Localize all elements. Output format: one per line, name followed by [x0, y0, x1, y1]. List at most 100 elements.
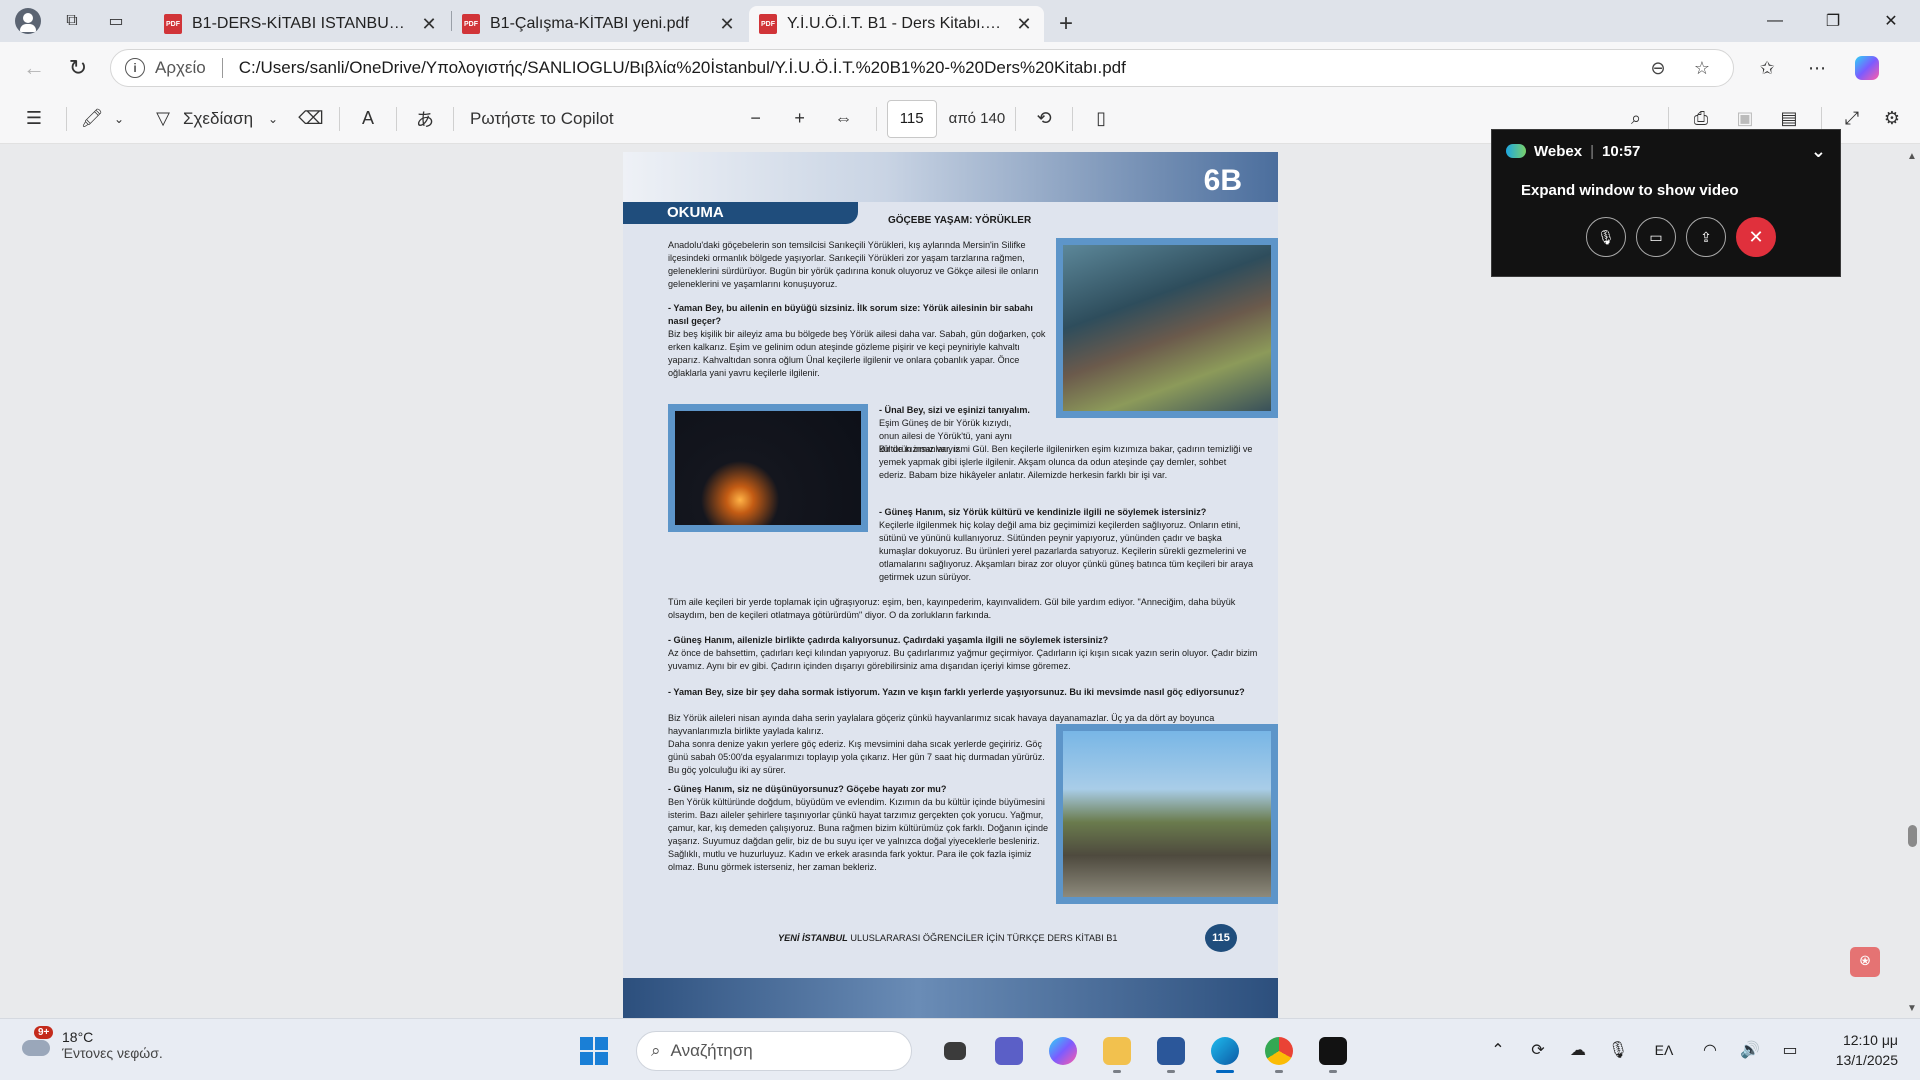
read-aloud-button[interactable]: A — [350, 101, 386, 137]
weather-widget[interactable]: 9+ 18°C Έντονες νεφώσ. — [20, 1026, 163, 1061]
address-scheme-label: Αρχείο — [155, 58, 206, 77]
tab-actions-icon: ▭ — [108, 13, 124, 30]
notification-badge: 9+ — [34, 1026, 54, 1039]
favorite-star-icon[interactable]: ☆ — [1685, 58, 1719, 79]
draw-label[interactable]: Σχεδίαση — [183, 109, 253, 129]
close-icon[interactable]: ✕ — [1014, 14, 1034, 35]
acrobat-icon[interactable]: ⍟ — [1850, 947, 1880, 977]
sync-icon[interactable]: ⟳ — [1518, 1030, 1558, 1070]
tab-actions-button[interactable]: ▭ — [98, 5, 134, 37]
mute-button[interactable]: 🎙 — [1586, 217, 1626, 257]
profile-button[interactable] — [10, 5, 46, 37]
close-window-button[interactable]: ✕ — [1862, 0, 1920, 42]
close-icon[interactable]: ✕ — [717, 14, 737, 35]
volume-icon[interactable]: 🔊 — [1730, 1030, 1770, 1070]
webex-title: Webex — [1534, 142, 1583, 160]
webex-mini-window[interactable]: Webex | 10:57 ⌄ Expand window to show vi… — [1491, 129, 1841, 277]
page-total-label: από 140 — [948, 110, 1006, 127]
highlight-button[interactable]: 🖍 — [77, 101, 107, 137]
draw-dropdown[interactable]: ⌄ — [253, 101, 293, 137]
teams-app[interactable] — [986, 1029, 1032, 1073]
question-text: - Güneş Hanım, siz ne düşünüyorsunuz? Gö… — [668, 784, 947, 794]
page-number-input[interactable]: 115 — [886, 99, 937, 138]
divider — [1015, 106, 1017, 131]
address-input[interactable]: i Αρχείο C:/Users/sanli/OneDrive/Υπολογι… — [110, 49, 1734, 87]
end-call-button[interactable]: ✕ — [1736, 217, 1776, 257]
new-tab-button[interactable]: + — [1046, 6, 1086, 42]
ask-copilot-button[interactable]: Ρωτήστε το Copilot — [470, 109, 614, 129]
microphone-muted-icon[interactable]: 🎙 — [1598, 1030, 1638, 1070]
language-indicator[interactable]: ΕΛ — [1638, 1030, 1690, 1070]
more-button[interactable]: ⋯ — [1792, 50, 1842, 86]
page-view-button[interactable]: ▯ — [1083, 101, 1119, 137]
back-button[interactable]: ← — [12, 50, 56, 86]
scrollbar-thumb[interactable] — [1908, 825, 1917, 847]
word-app[interactable] — [1148, 1029, 1194, 1073]
divider — [66, 106, 67, 131]
webex-meeting-time: 10:57 — [1601, 142, 1641, 160]
settings-button[interactable]: ⚙ — [1872, 101, 1912, 137]
file-explorer-app[interactable] — [1094, 1029, 1140, 1073]
camera-button[interactable]: ▭ — [1636, 217, 1676, 257]
question-text: - Güneş Hanım, siz Yörük kültürü ve kend… — [879, 507, 1207, 517]
maximize-button[interactable]: ❐ — [1804, 0, 1862, 42]
copilot-app[interactable] — [1040, 1029, 1086, 1073]
photo-image — [1063, 245, 1271, 411]
question-text: - Yaman Bey, size bir şey daha sormak is… — [668, 687, 1245, 697]
share-button[interactable]: ⇪ — [1686, 217, 1726, 257]
battery-icon[interactable]: ▭ — [1770, 1030, 1810, 1070]
eraser-button[interactable]: ⌫ — [293, 101, 329, 137]
wifi-icon[interactable]: ◠ — [1690, 1030, 1730, 1070]
zoom-out-button[interactable]: − — [734, 101, 778, 137]
intro-paragraph: Anadolu'daki göçebelerin son temsilcisi … — [668, 240, 1039, 289]
zoom-in-button[interactable]: + — [778, 101, 822, 137]
fit-page-button[interactable]: ⇔ — [822, 101, 866, 137]
taskbar-search-input[interactable]: ⌕ Αναζήτηση — [636, 1031, 912, 1071]
question-5: - Yaman Bey, size bir şey daha sormak is… — [668, 686, 1261, 699]
taskview-app[interactable] — [932, 1029, 978, 1073]
refresh-button[interactable]: ↻ — [56, 50, 100, 86]
workspaces-button[interactable]: ⧉ — [54, 5, 90, 37]
windows-start-icon[interactable] — [580, 1037, 608, 1065]
question-2: - Ünal Bey, sizi ve eşinizi tanıyalım. — [879, 404, 1059, 417]
draw-icon: ▽ — [156, 108, 170, 128]
clock-time: 12:10 μμ — [1842, 1032, 1898, 1048]
draw-button[interactable]: ▽ — [143, 101, 183, 137]
favorites-button[interactable]: ✩ — [1742, 50, 1792, 86]
info-icon[interactable]: i — [125, 58, 145, 78]
rotate-button[interactable]: ⟲ — [1026, 101, 1062, 137]
tab-1[interactable]: PDF B1-DERS-KİTABI ISTANBUL.pdf ✕ — [154, 6, 449, 42]
scroll-up-icon[interactable]: ▲ — [1907, 151, 1917, 162]
camera-off-icon: ▭ — [1649, 228, 1663, 245]
contents-button[interactable]: ☰ — [12, 101, 56, 137]
close-icon[interactable]: ✕ — [419, 14, 439, 35]
scroll-down-icon[interactable]: ▼ — [1907, 1003, 1917, 1014]
vertical-scrollbar[interactable]: ▲ ▼ — [1904, 145, 1920, 1018]
edge-app[interactable] — [1202, 1029, 1248, 1073]
close-icon: ✕ — [1884, 13, 1898, 30]
divider — [1668, 106, 1669, 131]
chrome-app[interactable] — [1256, 1029, 1302, 1073]
fullscreen-icon: ⤢ — [1844, 108, 1860, 128]
system-tray: ⌃ ⟳ ☁ 🎙 ΕΛ ◠ 🔊 ▭ 12:10 μμ 13/1/2025 — [1478, 1019, 1920, 1080]
clock[interactable]: 12:10 μμ 13/1/2025 — [1810, 1030, 1920, 1070]
translate-icon: あ — [416, 109, 435, 130]
address-url[interactable]: C:/Users/sanli/OneDrive/Υπολογιστής/SANL… — [239, 58, 1631, 78]
zoom-icon[interactable]: ⊖ — [1641, 58, 1675, 79]
chevron-down-icon[interactable]: ⌄ — [1811, 141, 1826, 162]
next-page-top — [623, 978, 1278, 1018]
question-6: - Güneş Hanım, siz ne düşünüyorsunuz? Gö… — [668, 783, 1053, 796]
onedrive-icon[interactable]: ☁ — [1558, 1030, 1598, 1070]
copilot-button[interactable] — [1842, 50, 1892, 86]
minimize-button[interactable]: — — [1746, 0, 1804, 42]
tab-3-active[interactable]: PDF Y.İ.U.Ö.İ.T. B1 - Ders Kitabı.pdf ✕ — [749, 6, 1044, 42]
hidden-icons-chevron-icon[interactable]: ⌃ — [1478, 1030, 1518, 1070]
highlight-dropdown[interactable]: ⌄ — [107, 101, 131, 137]
tab-2[interactable]: PDF B1-Çalışma-KİTABI yeni.pdf ✕ — [452, 6, 747, 42]
eraser-icon: ⌫ — [298, 108, 324, 128]
translate-button[interactable]: あ — [407, 101, 443, 137]
question-text: - Yaman Bey, bu ailenin en büyüğü sizsin… — [668, 303, 1033, 326]
webex-app[interactable] — [1310, 1029, 1356, 1073]
photo-mother-child — [1056, 724, 1278, 904]
maximize-icon: ❐ — [1825, 13, 1841, 30]
